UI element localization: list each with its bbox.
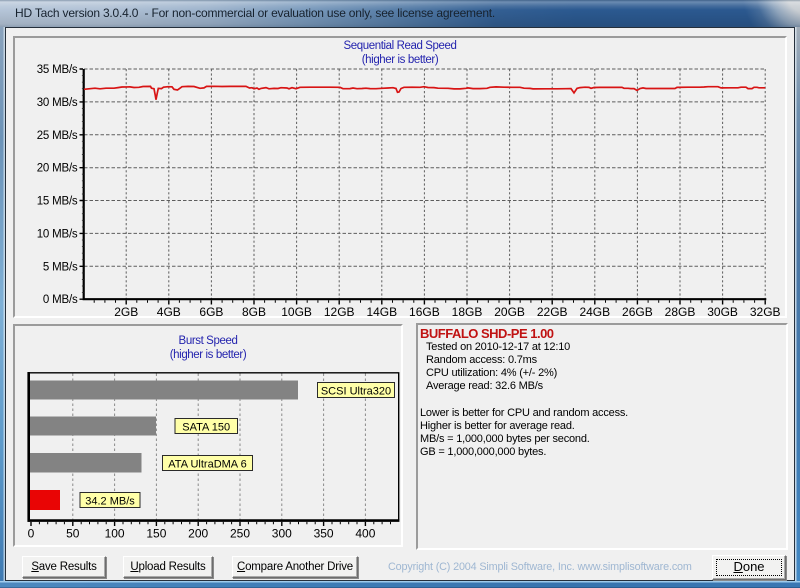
svg-text:14GB: 14GB [366, 305, 397, 319]
svg-text:SCSI Ultra320: SCSI Ultra320 [321, 386, 391, 398]
svg-text:0 MB/s: 0 MB/s [43, 294, 78, 306]
svg-text:35 MB/s: 35 MB/s [37, 64, 78, 76]
svg-text:26GB: 26GB [622, 305, 653, 319]
svg-text:ATA UltraDMA 6: ATA UltraDMA 6 [168, 459, 246, 471]
svg-text:300: 300 [272, 527, 292, 541]
svg-text:32GB: 32GB [750, 305, 781, 319]
svg-text:10GB: 10GB [281, 305, 312, 319]
svg-text:6GB: 6GB [199, 305, 223, 319]
svg-text:100: 100 [105, 527, 125, 541]
svg-text:34.2 MB/s: 34.2 MB/s [85, 496, 135, 508]
svg-text:2GB: 2GB [114, 305, 138, 319]
svg-text:12GB: 12GB [324, 305, 355, 319]
svg-text:350: 350 [314, 527, 334, 541]
svg-text:4GB: 4GB [157, 305, 181, 319]
svg-text:25 MB/s: 25 MB/s [37, 130, 78, 142]
svg-text:150: 150 [146, 527, 166, 541]
svg-text:30GB: 30GB [707, 305, 738, 319]
svg-text:24GB: 24GB [579, 305, 610, 319]
svg-text:5 MB/s: 5 MB/s [43, 261, 78, 273]
svg-text:400: 400 [355, 527, 375, 541]
svg-text:20 MB/s: 20 MB/s [37, 163, 78, 175]
svg-text:8GB: 8GB [242, 305, 266, 319]
svg-text:22GB: 22GB [537, 305, 568, 319]
svg-text:SATA 150: SATA 150 [182, 422, 230, 434]
svg-text:16GB: 16GB [409, 305, 440, 319]
svg-text:10 MB/s: 10 MB/s [37, 228, 78, 240]
svg-text:28GB: 28GB [665, 305, 696, 319]
svg-text:0: 0 [28, 527, 35, 541]
svg-text:250: 250 [230, 527, 250, 541]
svg-text:200: 200 [188, 527, 208, 541]
svg-text:18GB: 18GB [452, 305, 483, 319]
svg-text:20GB: 20GB [494, 305, 525, 319]
svg-text:50: 50 [66, 527, 80, 541]
svg-text:15 MB/s: 15 MB/s [37, 196, 78, 208]
svg-text:30 MB/s: 30 MB/s [37, 97, 78, 109]
